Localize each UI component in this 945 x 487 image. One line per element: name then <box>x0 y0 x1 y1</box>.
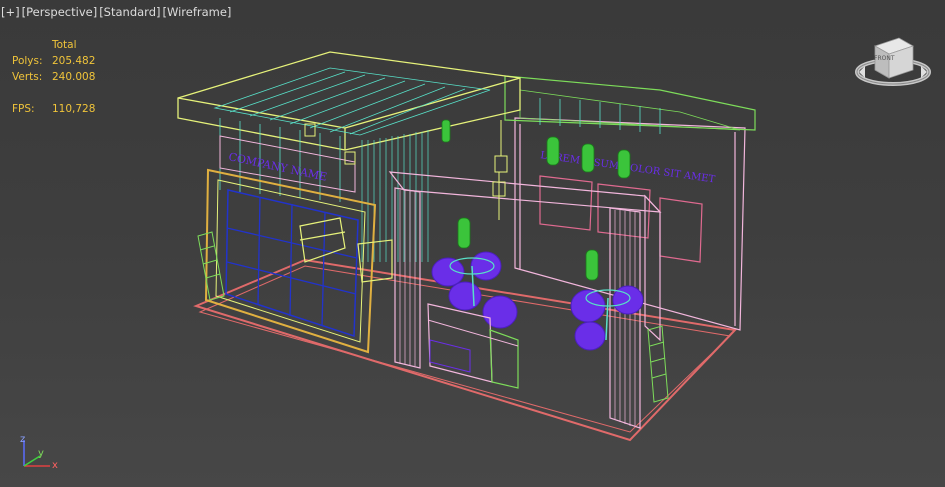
hanging-lamps[interactable] <box>441 119 631 281</box>
stats-header: Total <box>52 39 77 51</box>
table-set-right[interactable] <box>570 285 644 351</box>
stats-polys-row: Polys: 205.482 <box>12 53 95 69</box>
stats-polys-label: Polys: <box>12 55 43 67</box>
scene-wireframe[interactable]: COMPANY NAME LOREM IPSUM DOLOR SIT AMET <box>0 0 945 487</box>
axis-x-label: x <box>52 460 58 471</box>
viewport-display-menu[interactable]: [Wireframe] <box>161 5 232 19</box>
stats-verts-label: Verts: <box>12 71 43 83</box>
stats-verts-row: Verts: 240.008 <box>12 69 95 85</box>
viewcube-face-label: FRONT <box>874 55 895 62</box>
viewport[interactable]: COMPANY NAME LOREM IPSUM DOLOR SIT AMET <box>0 0 945 487</box>
lanterns[interactable] <box>304 120 508 220</box>
stats-fps-value: 110,728 <box>52 103 96 115</box>
viewport-pov-menu[interactable]: [Perspective] <box>21 5 99 19</box>
viewport-plus-menu[interactable]: [+] <box>0 5 21 19</box>
table-set-left[interactable] <box>431 251 518 329</box>
axis-y-label: y <box>38 448 44 459</box>
stats-polys-value: 205.482 <box>52 55 96 67</box>
viewport-shading-menu[interactable]: [Standard] <box>98 5 161 19</box>
front-window[interactable] <box>204 168 377 354</box>
stats-fps-row: FPS: 110,728 <box>12 101 95 117</box>
viewport-label[interactable]: [+] [Perspective] [Standard] [Wireframe] <box>0 4 232 20</box>
stats-verts-value: 240.008 <box>52 71 96 83</box>
shelf-left[interactable] <box>197 231 225 301</box>
viewport-statistics: Total Polys: 205.482 Verts: 240.008 FPS:… <box>12 37 95 117</box>
roof-right[interactable] <box>504 75 756 134</box>
axis-z-label: z <box>20 434 26 445</box>
stats-fps-label: FPS: <box>12 103 35 115</box>
